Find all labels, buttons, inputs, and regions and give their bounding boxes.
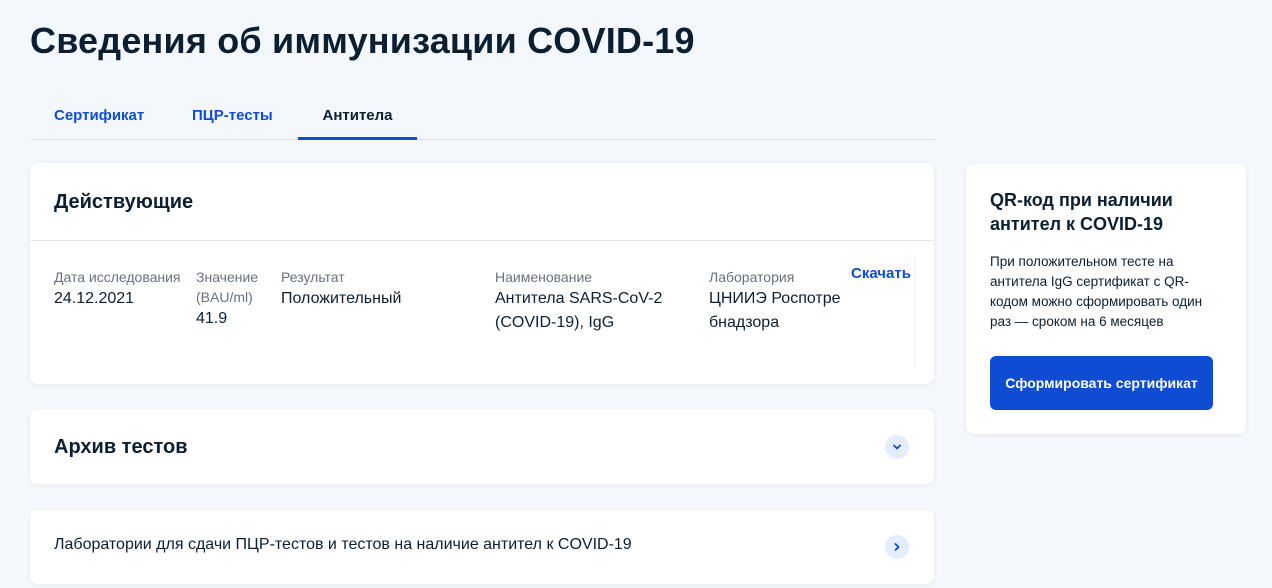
expand-archive-button[interactable] xyxy=(885,435,909,459)
labs-link-text[interactable]: Лаборатории для сдачи ПЦР-тестов и тесто… xyxy=(54,536,632,554)
labs-link-arrow-button[interactable] xyxy=(885,535,909,559)
archive-accordion[interactable]: Архив тестов xyxy=(30,409,934,484)
column-laboratory: Лаборатория ЦНИИЭ Роспотребнадзора xyxy=(709,267,849,335)
row-edge-divider xyxy=(914,255,915,367)
download-link[interactable]: Скачать xyxy=(851,265,911,282)
labs-link-card[interactable]: Лаборатории для сдачи ПЦР-тестов и тесто… xyxy=(30,510,934,584)
date-label: Дата исследования xyxy=(54,269,181,285)
laboratory-value: ЦНИИЭ Роспотребнадзора xyxy=(709,290,841,331)
qr-card-title: QR-код при наличии антител к COVID-19 xyxy=(990,190,1173,234)
date-value: 24.12.2021 xyxy=(54,290,135,307)
tab-pcr-tests[interactable]: ПЦР-тесты xyxy=(192,96,273,140)
column-date: Дата исследования 24.12.2021 xyxy=(54,267,184,311)
tab-antibodies[interactable]: Антитела xyxy=(298,96,417,140)
value-label: Значение (BAU/ml) xyxy=(196,269,259,305)
chevron-right-icon xyxy=(894,543,900,551)
generate-certificate-button[interactable]: Сформировать сертификат xyxy=(990,356,1213,410)
result-label: Результат xyxy=(281,269,345,285)
value-value: 41.9 xyxy=(196,310,228,327)
divider xyxy=(30,240,934,241)
column-name: Наименование Антитела SARS-CoV-2 (COVID-… xyxy=(495,267,695,335)
qr-card-description: При положительном тесте на антитела IgG … xyxy=(990,254,1203,329)
name-label: Наименование xyxy=(495,269,593,285)
qr-code-card: QR-код при наличии антител к COVID-19 Пр… xyxy=(966,164,1246,434)
page-title: Сведения об иммунизации COVID-19 xyxy=(30,20,695,61)
name-value: Антитела SARS-CoV-2 (COVID-19), IgG xyxy=(495,290,663,331)
result-value: Положительный xyxy=(281,290,402,307)
active-tests-card: Действующие Дата исследования 24.12.2021… xyxy=(30,163,934,384)
column-result: Результат Положительный xyxy=(281,267,481,311)
tabs-bar: Сертификат ПЦР-тесты Антитела xyxy=(30,96,934,140)
archive-title: Архив тестов xyxy=(54,436,188,458)
chevron-down-icon xyxy=(893,444,901,450)
laboratory-label: Лаборатория xyxy=(709,269,795,285)
page: Сведения об иммунизации COVID-19 Сертифи… xyxy=(0,0,1272,588)
column-value: Значение (BAU/ml) 41.9 xyxy=(196,267,272,331)
tab-certificate[interactable]: Сертификат xyxy=(54,96,144,140)
active-tests-title: Действующие xyxy=(54,191,194,213)
